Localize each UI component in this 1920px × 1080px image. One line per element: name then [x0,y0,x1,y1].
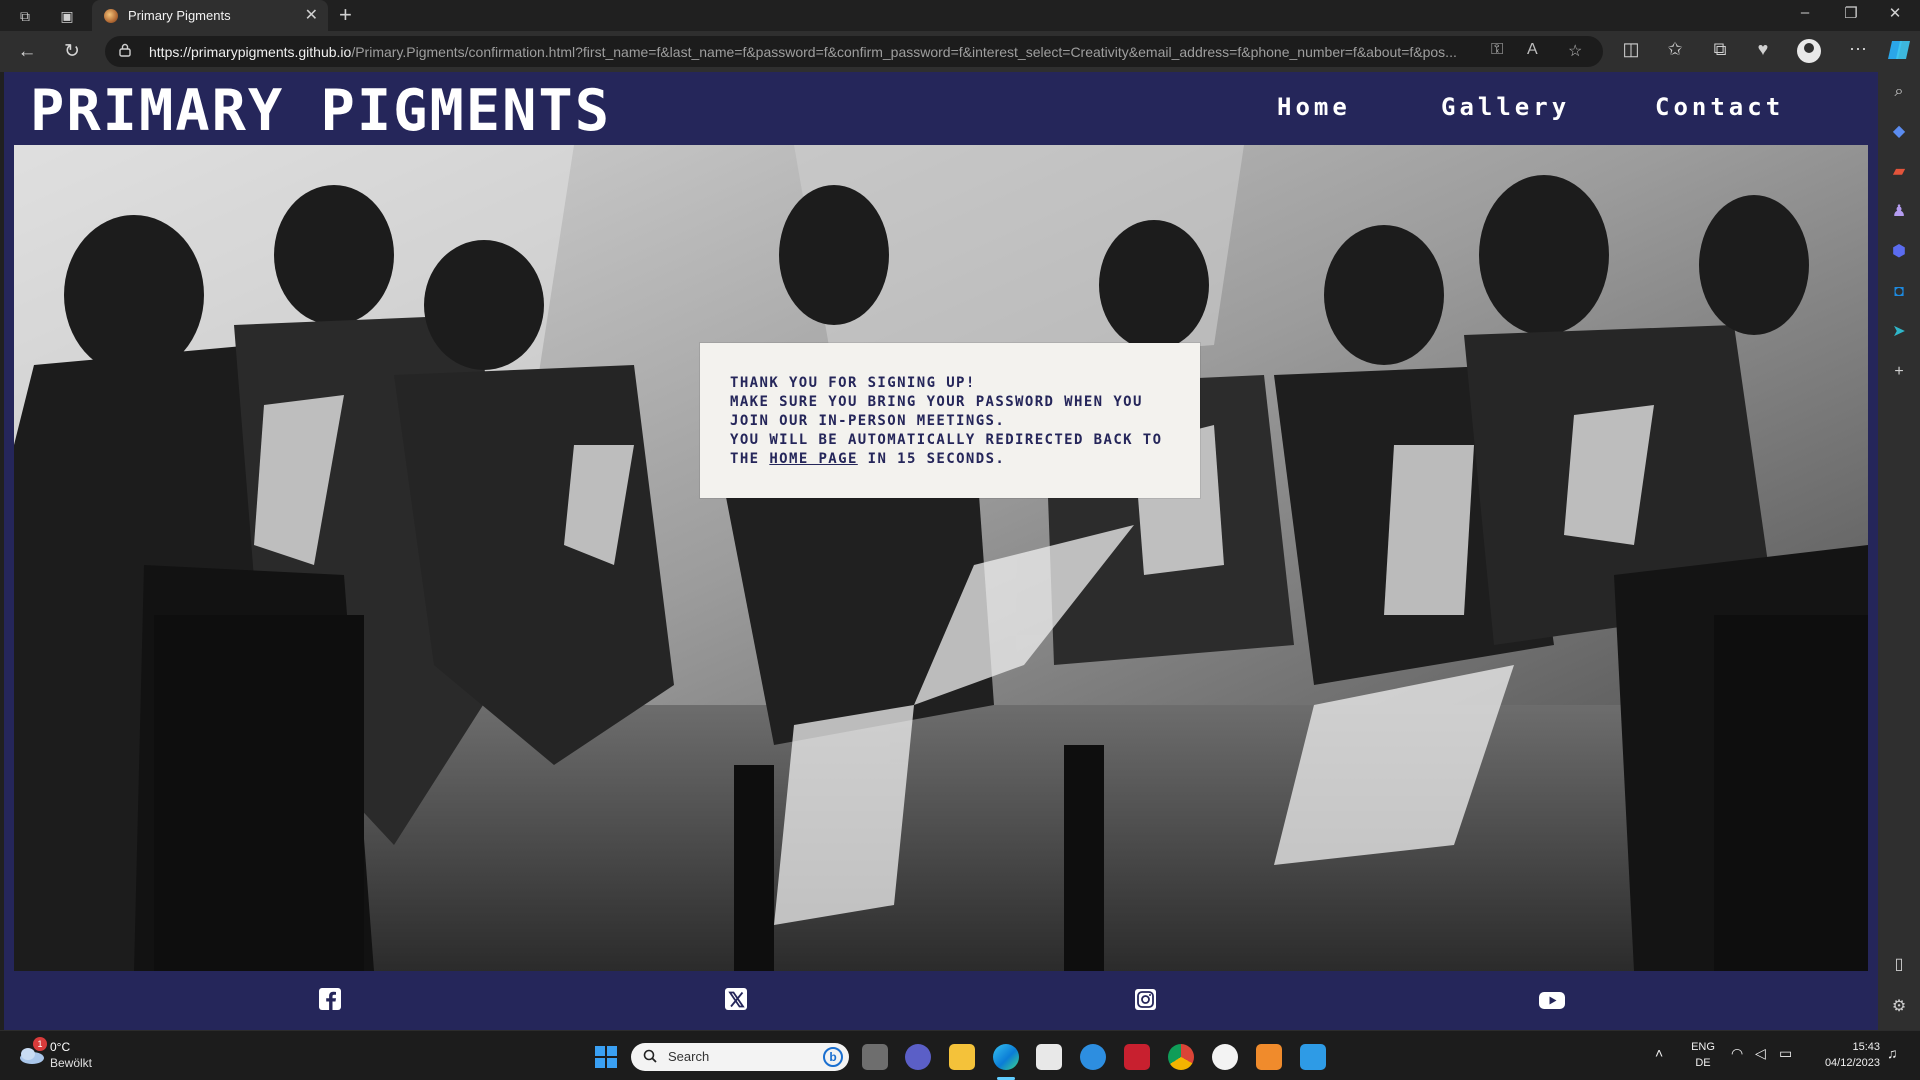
wifi-icon[interactable]: ◠ [1731,1045,1743,1061]
windows-start-icon[interactable] [594,1045,618,1069]
weather-temperature: 0°C [50,1040,71,1054]
bing-icon[interactable]: b [823,1047,843,1067]
tab-title: Primary Pigments [128,8,231,23]
send-icon[interactable]: ➤ [1889,322,1909,342]
outlook-icon[interactable]: ◘ [1889,282,1909,302]
nav-contact-link[interactable]: Contact [1655,93,1784,121]
windows-taskbar: 1 0°C Bewölkt Search b ˄ ENG DE ◠ ◁ ▭ 15… [0,1030,1920,1080]
tools-icon[interactable]: ▰ [1889,162,1909,182]
painting-of-seated-people-image [14,145,1868,971]
search-label: Search [668,1049,710,1064]
facebook-icon[interactable] [317,986,345,1014]
weather-condition: Bewölkt [50,1056,93,1070]
weather-alert-badge: 1 [33,1037,47,1051]
chrome-icon[interactable] [1168,1044,1194,1070]
task-view-icon[interactable] [862,1044,888,1070]
restore-button[interactable]: ❐ [1836,4,1866,22]
key-icon[interactable]: ⚿ [1491,41,1503,59]
add-sidebar-app-icon[interactable]: + [1889,362,1909,382]
close-window-button[interactable]: ✕ [1880,4,1910,22]
teams-chat-icon[interactable] [905,1044,931,1070]
microsoft-store-icon[interactable] [1036,1044,1062,1070]
language-code: ENG [1691,1041,1715,1053]
refresh-button[interactable]: ↻ [59,39,85,65]
workspaces-icon[interactable]: ⧉ [15,6,35,26]
site-favicon-icon [104,9,118,23]
volume-icon[interactable]: ◁ [1755,1045,1766,1061]
collections-icon[interactable]: ⧉ [1707,39,1733,60]
nav-home-link[interactable]: Home [1277,93,1351,121]
message-line: You will be automatically redirected bac… [730,432,1163,448]
smiley-app-icon[interactable] [1212,1044,1238,1070]
favorite-star-icon[interactable]: ☆ [1568,41,1582,61]
clock[interactable]: 15:43 04/12/2023 [1808,1039,1880,1071]
new-tab-button[interactable]: + [339,2,352,28]
split-screen-icon[interactable]: ◫ [1618,39,1644,60]
shopping-tag-icon[interactable]: ◆ [1889,122,1909,142]
more-options-icon[interactable]: ⋯ [1845,39,1871,60]
read-aloud-icon[interactable]: A [1527,41,1538,59]
youtube-icon[interactable] [1537,986,1567,1014]
confirmation-message-box: Thank you for signing up! Make sure you … [700,343,1200,498]
nav-gallery-link[interactable]: Gallery [1441,93,1570,121]
message-text: in 15 seconds. [857,451,1006,467]
page-viewport: PRIMARY PIGMENTS Home Gallery Contact TH… [4,72,1878,1030]
minimize-button[interactable]: – [1790,4,1820,21]
microsoft365-icon[interactable]: ⬢ [1889,242,1909,262]
hero-background-painting: Thank you for signing up! Make sure you … [14,145,1868,971]
search-icon[interactable]: ⌕ [1889,82,1909,102]
language-indicator[interactable]: ENG DE [1688,1039,1718,1071]
url-host: https://primarypigments.github.io [149,44,352,60]
back-button[interactable]: ← [14,39,40,65]
settings-gear-icon[interactable]: ⚙ [1889,997,1909,1017]
instagram-icon[interactable] [1132,986,1160,1014]
tab-close-icon[interactable]: ✕ [305,5,318,25]
help-icon[interactable] [1080,1044,1106,1070]
message-line: Thank you for signing up! [730,375,976,391]
site-footer [4,971,1878,1030]
keyboard-layout: DE [1695,1057,1711,1069]
browser-tab-strip: ⧉ ▣ Primary Pigments ✕ + – ❐ ✕ [0,0,1920,31]
notifications-bell-icon[interactable]: ♫ [1887,1045,1898,1061]
search-icon [643,1049,657,1063]
browser-sidebar: ⌕ ◆ ▰ ♟ ⬢ ◘ ➤ + ▯ ⚙ [1878,72,1920,1030]
message-line: the home page in 15 seconds. [730,450,1200,469]
browser-essentials-icon[interactable]: ♥ [1750,39,1776,60]
clock-time: 15:43 [1852,1041,1880,1053]
favorites-icon[interactable]: ✩ [1662,39,1688,60]
x-twitter-icon[interactable] [723,986,751,1014]
site-brand-title[interactable]: PRIMARY PIGMENTS [30,78,611,144]
tab-primary-pigments[interactable]: Primary Pigments ✕ [92,0,328,31]
battery-icon[interactable]: ▭ [1779,1045,1792,1061]
sidebar-toggle-icon[interactable]: ▯ [1889,955,1909,975]
games-icon[interactable]: ♟ [1889,202,1909,222]
copilot-icon[interactable] [1886,37,1912,63]
mcafee-icon[interactable] [1124,1044,1150,1070]
message-line: Make sure you bring your password when y… [730,394,1143,410]
profile-avatar[interactable] [1797,39,1821,63]
url-path: /Primary.Pigments/confirmation.html?firs… [351,44,1457,60]
message-text: the [730,451,770,467]
taskbar-search-box[interactable]: Search b [631,1043,849,1071]
file-explorer-icon[interactable] [949,1044,975,1070]
url-text[interactable]: https://primarypigments.github.io/Primar… [149,44,1489,60]
home-page-link[interactable]: home page [769,451,857,467]
tab-actions-icon[interactable]: ▣ [57,6,77,26]
browser-toolbar: ← ↻ https://primarypigments.github.io/Pr… [0,31,1920,72]
edge-browser-icon[interactable] [993,1044,1019,1070]
show-hidden-icons-icon[interactable]: ˄ [1655,1045,1663,1061]
notepad-icon[interactable] [1300,1044,1326,1070]
site-header: PRIMARY PIGMENTS Home Gallery Contact [4,72,1878,145]
lock-icon[interactable] [119,43,131,57]
address-bar[interactable]: https://primarypigments.github.io/Primar… [105,36,1603,67]
clock-date: 04/12/2023 [1824,1057,1880,1069]
game-app-icon[interactable] [1256,1044,1282,1070]
message-line: join our in-person meetings. [730,413,1006,429]
